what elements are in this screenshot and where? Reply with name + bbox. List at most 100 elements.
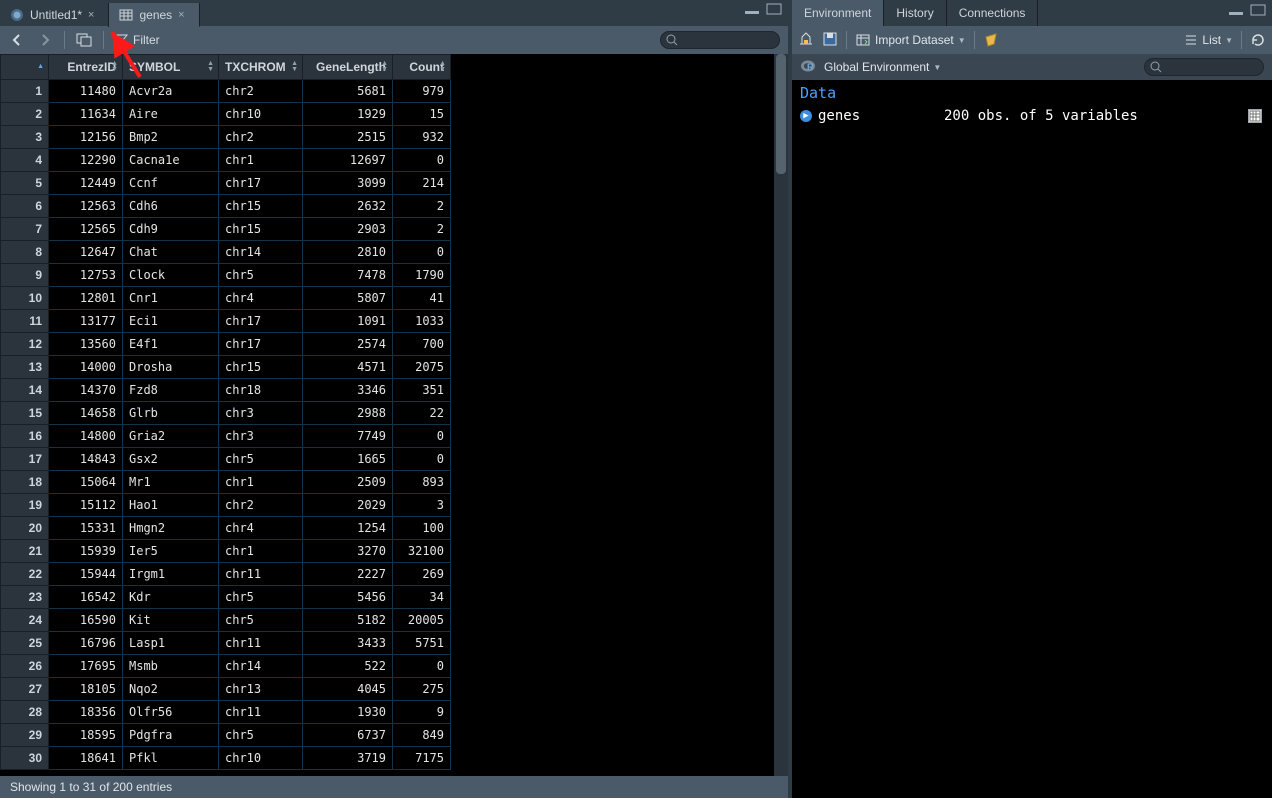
svg-text:R: R	[807, 62, 814, 72]
col-count[interactable]: Count▲▼	[393, 55, 451, 80]
filter-icon	[114, 33, 128, 47]
tab-untitled1[interactable]: Untitled1* ×	[0, 3, 109, 27]
r-logo-icon: R	[800, 58, 816, 77]
col-entrezid[interactable]: EntrezID▲▼	[49, 55, 123, 80]
tab-connections[interactable]: Connections	[947, 0, 1039, 26]
cell-genelength: 3433	[303, 632, 393, 655]
table-row[interactable]: 1213560E4f1chr172574700	[1, 333, 451, 356]
table-row[interactable]: 1012801Cnr1chr4580741	[1, 287, 451, 310]
cell-entrezid: 18641	[49, 747, 123, 770]
col-symbol[interactable]: SYMBOL▲▼	[123, 55, 219, 80]
table-row[interactable]: 3018641Pfklchr1037197175	[1, 747, 451, 770]
col-txchrom[interactable]: TXCHROM▲▼	[219, 55, 303, 80]
table-search-input[interactable]	[660, 31, 780, 49]
cell-symbol: Pfkl	[123, 747, 219, 770]
rownum-cell: 18	[1, 471, 49, 494]
import-dataset-button[interactable]: Import Dataset ▼	[855, 32, 966, 48]
tab-history[interactable]: History	[884, 0, 946, 26]
table-row[interactable]: 812647Chatchr1428100	[1, 241, 451, 264]
scroll-thumb[interactable]	[776, 54, 786, 174]
scope-dropdown[interactable]: Global Environment ▼	[824, 60, 941, 74]
show-in-window-icon[interactable]	[75, 31, 93, 49]
cell-entrezid: 11480	[49, 80, 123, 103]
cell-genelength: 2632	[303, 195, 393, 218]
cell-genelength: 3099	[303, 172, 393, 195]
cell-entrezid: 12563	[49, 195, 123, 218]
cell-txchrom: chr3	[219, 402, 303, 425]
view-data-icon[interactable]	[1248, 109, 1262, 123]
table-row[interactable]: 211634Airechr10192915	[1, 103, 451, 126]
table-row[interactable]: 2416590Kitchr5518220005	[1, 609, 451, 632]
view-mode-dropdown[interactable]: List ▼	[1184, 33, 1233, 47]
maximize-pane-icon[interactable]	[1250, 4, 1266, 16]
table-row[interactable]: 2015331Hmgn2chr41254100	[1, 517, 451, 540]
table-row[interactable]: 1714843Gsx2chr516650	[1, 448, 451, 471]
table-row[interactable]: 1314000Droshachr1545712075	[1, 356, 451, 379]
table-row[interactable]: 2818356Olfr56chr1119309	[1, 701, 451, 724]
cell-txchrom: chr5	[219, 724, 303, 747]
cell-symbol: Acvr2a	[123, 80, 219, 103]
table-row[interactable]: 612563Cdh6chr1526322	[1, 195, 451, 218]
table-row[interactable]: 312156Bmp2chr22515932	[1, 126, 451, 149]
cell-genelength: 1930	[303, 701, 393, 724]
table-row[interactable]: 1514658Glrbchr3298822	[1, 402, 451, 425]
cell-genelength: 522	[303, 655, 393, 678]
col-genelength[interactable]: GeneLength▲▼	[303, 55, 393, 80]
table-row[interactable]: 2316542Kdrchr5545634	[1, 586, 451, 609]
load-workspace-icon[interactable]	[798, 31, 814, 50]
close-icon[interactable]: ×	[88, 9, 94, 21]
table-row[interactable]: 912753Clockchr574781790	[1, 264, 451, 287]
table-row[interactable]: 2918595Pdgfrachr56737849	[1, 724, 451, 747]
header-row: ▲ EntrezID▲▼ SYMBOL▲▼ TXCHROM▲▼ GeneLeng…	[1, 55, 451, 80]
tab-genes[interactable]: genes ×	[109, 3, 199, 27]
table-row[interactable]: 2215944Irgm1chr112227269	[1, 563, 451, 586]
table-row[interactable]: 111480Acvr2achr25681979	[1, 80, 451, 103]
filter-button[interactable]: Filter	[114, 33, 160, 47]
maximize-pane-icon[interactable]	[766, 3, 782, 15]
rownum-cell: 3	[1, 126, 49, 149]
table-row[interactable]: 1815064Mr1chr12509893	[1, 471, 451, 494]
table-row[interactable]: 512449Ccnfchr173099214	[1, 172, 451, 195]
tab-environment[interactable]: Environment	[792, 0, 884, 26]
cell-entrezid: 15112	[49, 494, 123, 517]
cell-entrezid: 12801	[49, 287, 123, 310]
env-object-row[interactable]: ▶ genes 200 obs. of 5 variables	[798, 106, 1266, 126]
cell-entrezid: 14000	[49, 356, 123, 379]
minimize-pane-icon[interactable]	[1228, 4, 1244, 16]
cell-txchrom: chr13	[219, 678, 303, 701]
clear-workspace-icon[interactable]	[983, 31, 999, 50]
table-row[interactable]: 412290Cacna1echr1126970	[1, 149, 451, 172]
table-row[interactable]: 1113177Eci1chr1710911033	[1, 310, 451, 333]
env-search-input[interactable]	[1144, 58, 1264, 76]
cell-count: 41	[393, 287, 451, 310]
col-rownum[interactable]: ▲	[1, 55, 49, 80]
cell-count: 2	[393, 218, 451, 241]
nav-forward-button[interactable]	[36, 31, 54, 49]
table-row[interactable]: 2718105Nqo2chr134045275	[1, 678, 451, 701]
cell-txchrom: chr18	[219, 379, 303, 402]
table-row[interactable]: 1614800Gria2chr377490	[1, 425, 451, 448]
close-icon[interactable]: ×	[178, 9, 184, 21]
cell-genelength: 1091	[303, 310, 393, 333]
rownum-cell: 29	[1, 724, 49, 747]
nav-back-button[interactable]	[8, 31, 26, 49]
table-row[interactable]: 2617695Msmbchr145220	[1, 655, 451, 678]
vertical-scrollbar[interactable]	[774, 54, 788, 776]
refresh-button[interactable]	[1250, 32, 1266, 48]
save-workspace-icon[interactable]	[822, 31, 838, 50]
cell-symbol: Cdh6	[123, 195, 219, 218]
cell-txchrom: chr1	[219, 471, 303, 494]
cell-symbol: Irgm1	[123, 563, 219, 586]
table-row[interactable]: 2115939Ier5chr1327032100	[1, 540, 451, 563]
cell-entrezid: 18595	[49, 724, 123, 747]
table-row[interactable]: 2516796Lasp1chr1134335751	[1, 632, 451, 655]
minimize-pane-icon[interactable]	[744, 3, 760, 15]
table-row[interactable]: 1915112Hao1chr220293	[1, 494, 451, 517]
rownum-cell: 26	[1, 655, 49, 678]
cell-genelength: 3270	[303, 540, 393, 563]
table-row[interactable]: 1414370Fzd8chr183346351	[1, 379, 451, 402]
table-row[interactable]: 712565Cdh9chr1529032	[1, 218, 451, 241]
separator	[64, 31, 65, 49]
rownum-cell: 9	[1, 264, 49, 287]
expand-icon[interactable]: ▶	[800, 110, 812, 122]
